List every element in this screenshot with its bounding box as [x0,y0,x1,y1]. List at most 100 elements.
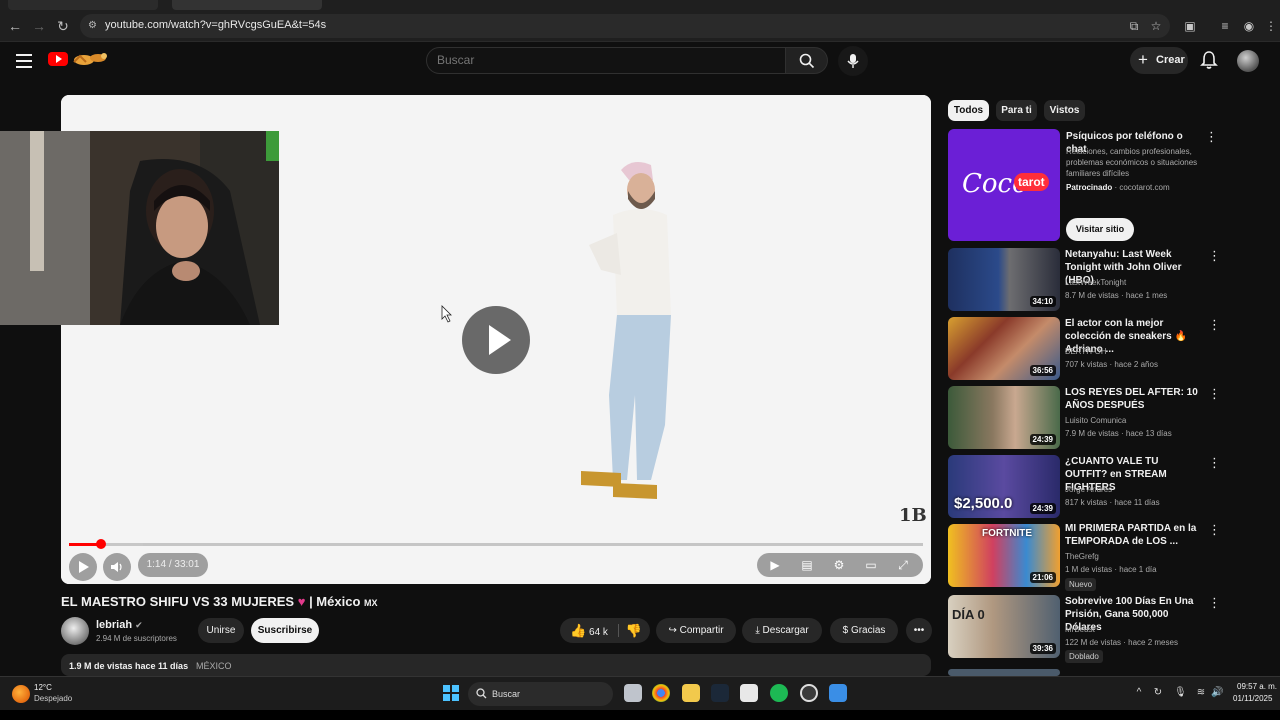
side-panel-icon[interactable]: ▣ [1183,19,1197,33]
theater-mode-icon[interactable]: ▭ [863,557,879,573]
fullscreen-icon[interactable]: ⤢ [895,557,911,573]
rec-thumbnail-7-partial[interactable] [948,669,1060,676]
rec-channel-3[interactable]: Luisito Comunica [1065,415,1203,426]
thanks-button[interactable]: $ Gracias [830,618,898,643]
download-button[interactable]: ⤓ Descargar [742,618,822,643]
weather-description[interactable]: Despejado [34,694,72,703]
country-flag-code: MX [364,598,378,608]
rec-more-icon[interactable]: ⋮ [1208,249,1221,263]
tray-overflow-icon[interactable]: ^ [1133,687,1145,699]
account-avatar[interactable] [1237,50,1259,72]
install-app-icon[interactable]: ⧉ [1127,19,1141,33]
streamer-webcam-overlay [0,131,279,325]
rec-more-icon[interactable]: ⋮ [1208,596,1221,610]
rec-more-icon[interactable]: ⋮ [1208,318,1221,332]
search-button[interactable] [786,47,828,74]
microphone-tray-icon[interactable]: 🎙 [1174,687,1187,699]
photos-icon[interactable] [829,684,847,702]
taskbar-search[interactable]: Buscar [468,682,613,706]
steam-icon[interactable] [711,684,729,702]
rec-channel-2[interactable]: BERTH-OH [1065,346,1203,357]
rec-thumbnail-2[interactable]: 36:56 [948,317,1060,380]
voice-search-button[interactable] [838,46,868,76]
file-explorer-icon[interactable] [682,684,700,702]
share-label: Compartir [679,625,724,636]
rec-more-icon[interactable]: ⋮ [1208,387,1221,401]
rec-thumbnail-6[interactable]: DÍA 0 39:36 [948,595,1060,658]
spotify-icon[interactable] [770,684,788,702]
hamburger-menu-icon[interactable] [16,54,32,68]
dislike-button[interactable]: 👎 [624,618,644,645]
subtitles-icon[interactable]: ▤ [799,557,815,573]
create-button[interactable]: + Crear [1130,47,1188,74]
forward-icon[interactable]: → [30,17,48,35]
channel-watermark[interactable]: 1B [899,505,927,529]
clock-time[interactable]: 09:57 a. m. [1237,682,1277,691]
duration-badge: 39:36 [1029,643,1056,654]
subscribe-button[interactable]: Suscribirse [251,618,319,643]
rec-channel-6[interactable]: MrBeast [1065,624,1203,635]
windows-taskbar: 12°C Despejado Buscar ^ ↻ 🎙 ≋ 🔊 09:57 a.… [0,676,1280,710]
chip-for-you[interactable]: Para ti [996,100,1037,121]
like-button[interactable]: 👍 64 k [568,618,610,645]
rec-thumbnail-4[interactable]: $2,500.0 24:39 [948,455,1060,518]
subscriber-count: 2.94 M de suscriptores [96,634,177,643]
rec-more-icon[interactable]: ⋮ [1208,456,1221,470]
menu-icon[interactable]: ⋮ [1264,19,1278,33]
rec-channel-5[interactable]: TheGrefg [1065,551,1203,562]
share-button[interactable]: ↪ Compartir [656,618,736,643]
autoplay-toggle-icon[interactable]: ▶ [767,557,783,573]
chrome-icon[interactable] [652,684,670,702]
ad-more-icon[interactable]: ⋮ [1205,130,1218,144]
microsoft-store-icon[interactable] [740,684,758,702]
windows-start-icon[interactable] [443,685,459,701]
sync-icon[interactable]: ↻ [1152,687,1164,699]
settings-gear-icon[interactable]: ⚙ [831,557,847,573]
rec-thumbnail-5[interactable]: FORTNITE 21:06 [948,524,1060,587]
rec-title-5[interactable]: MI PRIMERA PARTIDA en la TEMPORADA de LO… [1065,522,1203,548]
rec-thumbnail-1[interactable]: 34:10 [948,248,1060,311]
speaker-icon[interactable]: 🔊 [1211,687,1223,699]
rec-channel-1[interactable]: LastWeekTonight [1065,277,1203,288]
large-play-button[interactable] [462,306,530,374]
youtube-doodle-logo[interactable] [70,50,112,68]
browser-tab[interactable] [8,0,158,10]
ad-thumbnail[interactable]: Coco tarot [948,129,1060,241]
weather-temperature[interactable]: 12°C [34,683,52,692]
rec-channel-4[interactable]: Jorge Andrés [1065,484,1203,495]
youtube-logo-icon[interactable] [48,52,68,66]
address-bar[interactable]: ⚙ youtube.com/watch?v=ghRVcgsGuEA&t=54s [80,14,1170,38]
browser-tab-active[interactable] [172,0,322,10]
rec-title-3[interactable]: LOS REYES DEL AFTER: 10 AÑOS DESPUÉS [1065,386,1203,412]
rec-thumbnail-3[interactable]: 24:39 [948,386,1060,449]
rec-meta-5: 1 M de vistas · hace 1 día [1065,565,1157,574]
rec-more-icon[interactable]: ⋮ [1208,523,1221,537]
play-button[interactable] [69,553,97,581]
notifications-bell-icon[interactable] [1199,50,1219,70]
chip-watched[interactable]: Vistos [1044,100,1085,121]
progress-bar[interactable] [69,539,923,549]
weather-sun-icon[interactable] [12,685,30,703]
visit-site-button[interactable]: Visitar sitio [1066,218,1134,241]
channel-avatar[interactable] [61,617,89,645]
task-view-icon[interactable] [624,684,642,702]
join-button[interactable]: Unirse [198,618,244,643]
wifi-icon[interactable]: ≋ [1195,687,1207,699]
reload-icon[interactable]: ↻ [54,17,72,35]
chip-all[interactable]: Todos [948,100,989,121]
obs-icon[interactable] [800,684,818,702]
media-controls-icon[interactable]: ≡ [1218,19,1232,33]
clock-date[interactable]: 01/11/2025 [1233,694,1272,703]
search-input[interactable] [437,53,767,67]
more-actions-button[interactable]: ••• [906,618,932,643]
back-icon[interactable]: ← [6,17,24,35]
description-box[interactable]: 1.9 M de vistas hace 11 días MÉXICO [61,654,931,676]
volume-button[interactable] [103,553,131,581]
channel-name[interactable]: lebriah ✔ [96,619,143,631]
scrubber-handle[interactable] [95,539,106,549]
profile-icon[interactable]: ◉ [1242,19,1256,33]
bookmark-star-icon[interactable]: ☆ [1149,19,1163,33]
site-info-icon[interactable]: ⚙ [88,20,100,32]
search-field[interactable] [426,47,786,74]
create-label: Crear [1156,54,1185,66]
